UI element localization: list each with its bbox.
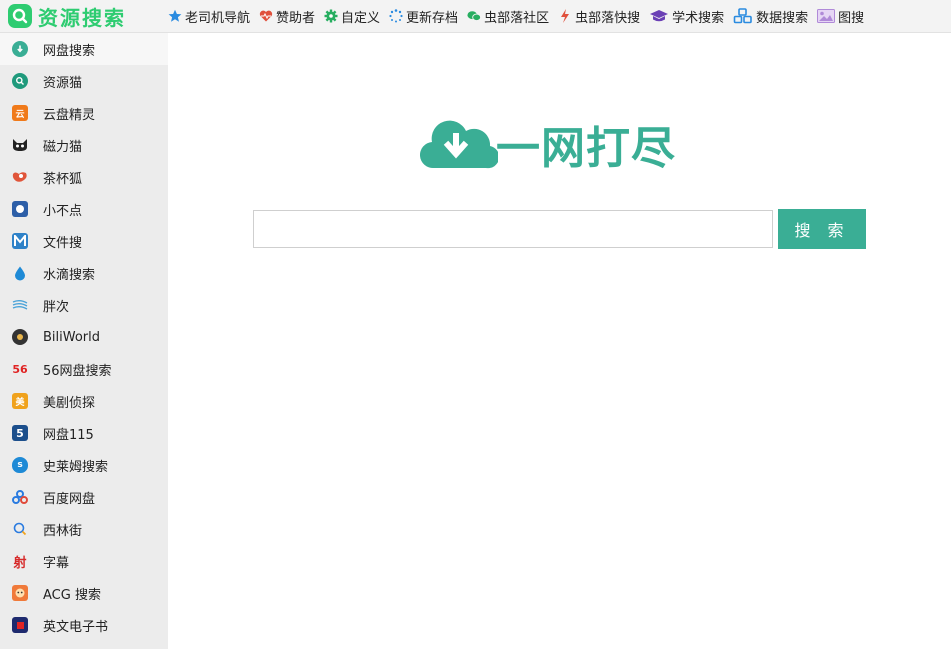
nav-item-image-search[interactable]: 图搜 xyxy=(817,7,864,26)
graduation-cap-icon xyxy=(649,9,669,23)
image-icon xyxy=(817,9,836,23)
baidu-pan-icon xyxy=(12,489,28,505)
cat-icon xyxy=(12,137,28,153)
sidebar-item-label: 美剧侦探 xyxy=(43,395,96,411)
sidebar-item-label: 小不点 xyxy=(43,203,83,219)
sidebar-item-slime-search[interactable]: s 史莱姆搜索 xyxy=(0,449,168,481)
sidebar-item-label: BiliWorld xyxy=(43,329,101,345)
xilinjie-icon xyxy=(12,521,28,537)
sidebar-item-baidu-pan[interactable]: 百度网盘 xyxy=(0,481,168,513)
lightning-icon xyxy=(558,9,572,23)
sidebar-item-xiaobudian[interactable]: 小不点 xyxy=(0,193,168,225)
square-dot-icon xyxy=(12,201,28,217)
sidebar-item-ziyuanmao[interactable]: 资源猫 xyxy=(0,65,168,97)
nav-label: 自定义 xyxy=(341,10,381,26)
brand-title: 资源搜索 xyxy=(38,5,126,30)
nav-label: 数据搜索 xyxy=(756,10,809,26)
water-drop-icon xyxy=(12,265,28,281)
nav-label: 学术搜索 xyxy=(672,10,725,26)
search-button[interactable]: 搜 索 xyxy=(778,209,866,249)
sidebar-item-zimu[interactable]: 射 字幕 xyxy=(0,545,168,577)
cloud-download-icon xyxy=(419,114,500,174)
nav-item-quick-search[interactable]: 虫部落快搜 xyxy=(558,7,640,26)
fox-icon xyxy=(12,169,28,185)
search-logo-icon xyxy=(8,4,32,28)
sidebar-item-wenjiansou[interactable]: 文件搜 xyxy=(0,225,168,257)
nav-item-customize[interactable]: 自定义 xyxy=(324,7,380,26)
sidebar-item-label: 网盘搜索 xyxy=(43,43,96,59)
heart-pulse-icon xyxy=(259,9,273,23)
nav-label: 赞助者 xyxy=(276,10,316,26)
sidebar-item-label: 百度网盘 xyxy=(43,491,96,507)
bili-circle-icon xyxy=(12,329,28,345)
hero-logo: 一网打尽 xyxy=(419,112,676,176)
chat-icon xyxy=(467,9,482,23)
sidebar-item-label: 水滴搜索 xyxy=(43,267,96,283)
sidebar-item-56wangpan[interactable]: 56 56网盘搜索 xyxy=(0,353,168,385)
sidebar-item-xilinjie[interactable]: 西林街 xyxy=(0,513,168,545)
sidebar-item-label: 资源猫 xyxy=(43,75,83,91)
sidebar-item-yunpan-jingling[interactable]: 云 云盘精灵 xyxy=(0,97,168,129)
brand[interactable]: 资源搜索 xyxy=(0,2,168,31)
nav-item-data-search[interactable]: 数据搜索 xyxy=(733,7,808,26)
cubes-icon xyxy=(733,8,753,24)
sidebar-item-biliworld[interactable]: BiliWorld xyxy=(0,321,168,353)
search-circle-icon xyxy=(12,73,28,89)
sidebar-item-shuidi[interactable]: 水滴搜索 xyxy=(0,257,168,289)
acg-icon xyxy=(12,585,28,601)
wave-icon xyxy=(12,297,28,313)
hero-title: 一网打尽 xyxy=(496,123,676,174)
sidebar-item-chabeihu[interactable]: 茶杯狐 xyxy=(0,161,168,193)
nav-label: 图搜 xyxy=(838,10,865,26)
56-logo-icon: 56 xyxy=(12,362,28,376)
sidebar-item-label: 胖次 xyxy=(43,299,70,315)
search-input[interactable] xyxy=(253,210,773,248)
sidebar-item-label: 西林街 xyxy=(43,523,83,539)
nav-item-community[interactable]: 虫部落社区 xyxy=(467,7,549,26)
sidebar-item-label: 磁力猫 xyxy=(43,139,83,155)
spinner-icon xyxy=(389,9,403,23)
sidebar-item-netdisk-search[interactable]: 网盘搜索 xyxy=(0,33,168,65)
zimu-icon: 射 xyxy=(13,555,27,571)
sidebar-item-label: 茶杯狐 xyxy=(43,171,83,187)
m-logo-icon xyxy=(12,233,28,249)
mei-icon: 美 xyxy=(12,393,28,409)
nav-item-update-archive[interactable]: 更新存档 xyxy=(389,7,458,26)
ebook-icon xyxy=(12,617,28,633)
top-nav: 老司机导航 赞助者 自定义 更新存档 虫部落社区 虫部落快搜 学术搜索 数据搜索… xyxy=(168,7,873,26)
nav-label: 虫部落社区 xyxy=(484,10,550,26)
sidebar-item-acg-search[interactable]: ACG 搜索 xyxy=(0,577,168,609)
sidebar-item-label: ACG 搜索 xyxy=(43,587,101,603)
nav-item-sponsors[interactable]: 赞助者 xyxy=(259,7,315,26)
cloud-download-icon xyxy=(12,41,28,57)
sidebar-item-label: 英文电子书 xyxy=(43,619,109,635)
gear-icon xyxy=(324,9,338,23)
sidebar-item-label: 网盘115 xyxy=(43,427,94,443)
sidebar-item-cilimao[interactable]: 磁力猫 xyxy=(0,129,168,161)
slime-icon: s xyxy=(12,457,28,473)
nav-label: 虫部落快搜 xyxy=(575,10,641,26)
nav-label: 更新存档 xyxy=(406,10,459,26)
nav-item-driver-nav[interactable]: 老司机导航 xyxy=(168,7,250,26)
star-icon xyxy=(168,9,182,23)
sidebar-item-label: 字幕 xyxy=(43,555,70,571)
sidebar-item-label: 史莱姆搜索 xyxy=(43,459,109,475)
sidebar-item-label: 文件搜 xyxy=(43,235,83,251)
nav-label: 老司机导航 xyxy=(185,10,251,26)
nav-item-academic-search[interactable]: 学术搜索 xyxy=(649,7,724,26)
five-icon: 5 xyxy=(12,425,28,441)
yun-icon: 云 xyxy=(12,105,28,121)
top-navbar: 资源搜索 老司机导航 赞助者 自定义 更新存档 虫部落社区 虫部落快搜 学术搜索… xyxy=(0,0,951,33)
sidebar-item-wangpan115[interactable]: 5 网盘115 xyxy=(0,417,168,449)
sidebar-item-english-ebook[interactable]: 英文电子书 xyxy=(0,609,168,641)
sidebar-item-label: 云盘精灵 xyxy=(43,107,96,123)
sidebar-item-label: 56网盘搜索 xyxy=(43,363,112,379)
sidebar-item-meiju-zhentan[interactable]: 美 美剧侦探 xyxy=(0,385,168,417)
sidebar-item-pangci[interactable]: 胖次 xyxy=(0,289,168,321)
search-form: 搜 索 xyxy=(253,209,866,249)
sidebar: 网盘搜索 资源猫 云 云盘精灵 磁力猫 茶杯狐 小不点 文件搜 水滴搜索 胖次 … xyxy=(0,33,168,649)
